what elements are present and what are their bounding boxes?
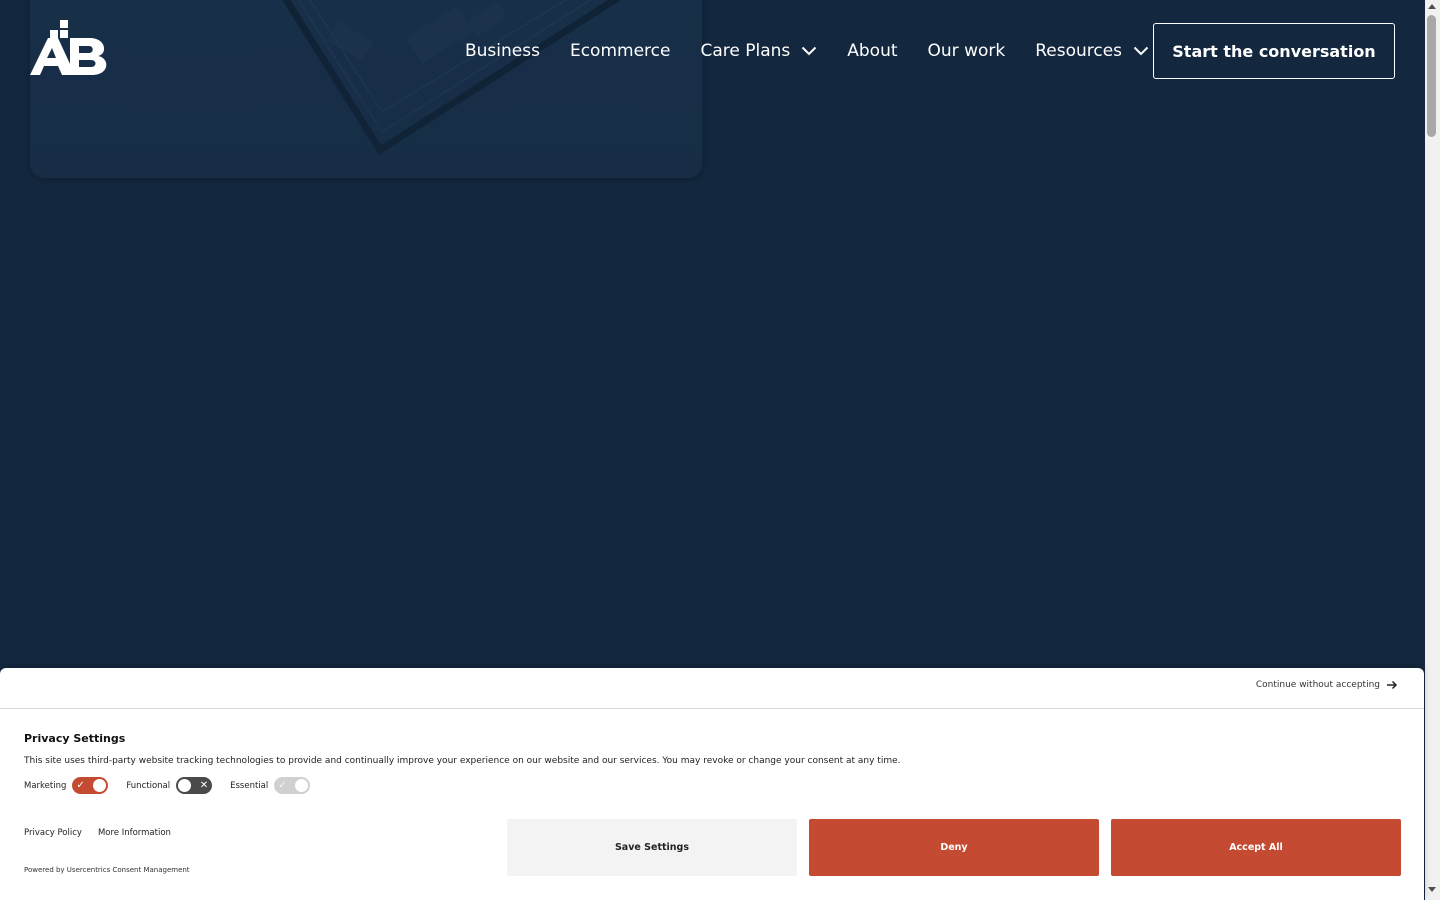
nav-item-about[interactable]: About bbox=[847, 41, 897, 61]
start-conversation-button[interactable]: Start the conversation bbox=[1153, 23, 1395, 79]
main-nav: Business Ecommerce Care Plans About Our … bbox=[465, 40, 1179, 62]
nav-label: Our work bbox=[927, 41, 1006, 61]
deny-button[interactable]: Deny bbox=[809, 819, 1099, 876]
nav-item-care-plans[interactable]: Care Plans bbox=[700, 41, 817, 61]
site-header: Business Ecommerce Care Plans About Our … bbox=[0, 0, 1425, 102]
scroll-up-arrow-icon[interactable] bbox=[1428, 4, 1436, 9]
nav-label: Ecommerce bbox=[569, 41, 671, 61]
powered-by-text: Powered by Usercentrics Consent Manageme… bbox=[24, 866, 190, 874]
marketing-toggle[interactable]: ✓ bbox=[72, 777, 109, 794]
nav-label: About bbox=[847, 41, 898, 61]
essential-toggle: ✓ bbox=[274, 777, 311, 794]
consent-top-bar: Continue without accepting bbox=[0, 668, 1424, 709]
toggle-group-marketing: Marketing ✓ bbox=[24, 777, 109, 794]
nav-label: Resources bbox=[1035, 41, 1123, 61]
scroll-thumb[interactable] bbox=[1427, 15, 1436, 137]
x-icon: ✕ bbox=[199, 780, 209, 791]
continue-label: Continue without accepting bbox=[1255, 680, 1380, 690]
privacy-description: This site uses third-party website track… bbox=[24, 756, 901, 766]
nav-label: Care Plans bbox=[700, 41, 791, 61]
save-settings-button[interactable]: Save Settings bbox=[507, 819, 797, 876]
consent-toggles: Marketing ✓ Functional ✕ Essential ✓ bbox=[24, 777, 328, 794]
toggle-label: Essential bbox=[230, 780, 269, 791]
privacy-consent-banner: Continue without accepting Privacy Setti… bbox=[0, 668, 1424, 900]
scroll-down-arrow-icon[interactable] bbox=[1428, 887, 1436, 892]
chevron-down-icon bbox=[802, 46, 817, 56]
toggle-knob bbox=[93, 779, 107, 792]
chevron-down-icon bbox=[1133, 46, 1149, 56]
functional-toggle[interactable]: ✕ bbox=[176, 777, 213, 794]
check-icon: ✓ bbox=[76, 780, 85, 791]
nav-label: Business bbox=[465, 41, 540, 61]
toggle-group-functional: Functional ✕ bbox=[126, 777, 213, 794]
check-icon: ✓ bbox=[278, 780, 287, 791]
nav-item-our-work[interactable]: Our work bbox=[928, 41, 1006, 61]
consent-links: Privacy Policy More Information bbox=[24, 828, 187, 838]
privacy-settings-title: Privacy Settings bbox=[24, 732, 126, 745]
nav-item-business[interactable]: Business bbox=[465, 41, 540, 61]
more-information-link[interactable]: More Information bbox=[98, 828, 171, 838]
toggle-label: Functional bbox=[126, 780, 171, 791]
ab-logo[interactable] bbox=[30, 20, 110, 75]
privacy-policy-link[interactable]: Privacy Policy bbox=[24, 828, 82, 838]
nav-item-ecommerce[interactable]: Ecommerce bbox=[570, 41, 671, 61]
nav-item-resources[interactable]: Resources bbox=[1035, 41, 1149, 61]
toggle-label: Marketing bbox=[24, 780, 67, 791]
continue-without-accepting-link[interactable]: Continue without accepting bbox=[1256, 680, 1398, 690]
page-scrollbar[interactable] bbox=[1425, 0, 1440, 900]
toggle-knob bbox=[178, 779, 192, 792]
arrow-right-icon bbox=[1387, 680, 1398, 690]
accept-all-button[interactable]: Accept All bbox=[1111, 819, 1401, 876]
toggle-group-essential: Essential ✓ bbox=[230, 777, 311, 794]
toggle-knob bbox=[295, 779, 309, 792]
